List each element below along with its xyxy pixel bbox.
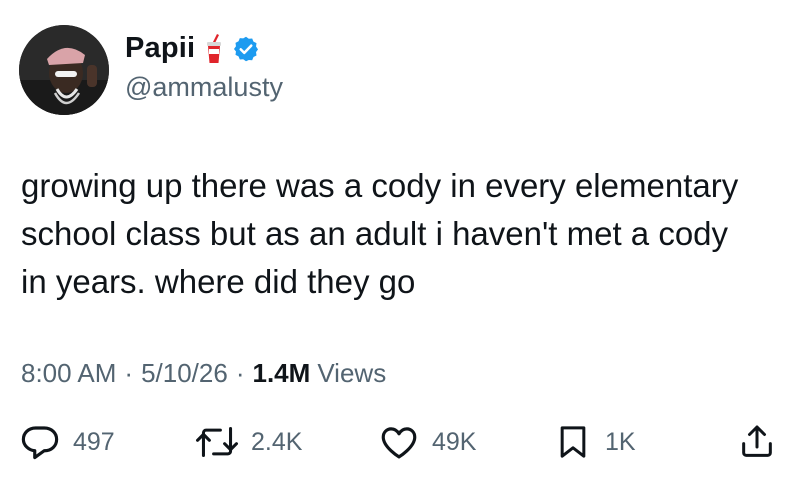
views-label: Views bbox=[317, 358, 387, 388]
bookmark-button[interactable]: 1K bbox=[553, 421, 636, 463]
views-count[interactable]: 1.4M bbox=[253, 358, 311, 389]
cup-with-straw-icon bbox=[204, 33, 224, 64]
tweet-date[interactable]: 5/10/26 bbox=[141, 358, 228, 389]
like-button[interactable]: 49K bbox=[378, 421, 476, 463]
tweet-card: Papii @ammalusty growing up there was a … bbox=[0, 0, 800, 490]
meta-separator: · bbox=[235, 358, 245, 388]
tweet-text: growing up there was a cody in every ele… bbox=[21, 167, 739, 300]
avatar-photo bbox=[19, 25, 109, 115]
display-name[interactable]: Papii bbox=[125, 32, 195, 65]
like-count: 49K bbox=[432, 427, 477, 456]
author-handle[interactable]: @ammalusty bbox=[125, 72, 283, 103]
author-name-row: Papii bbox=[125, 32, 260, 65]
reply-button[interactable]: 497 bbox=[19, 421, 115, 463]
reply-icon bbox=[19, 421, 61, 463]
meta-separator: · bbox=[124, 358, 134, 388]
avatar[interactable] bbox=[19, 25, 109, 115]
share-icon bbox=[737, 421, 777, 463]
reply-count: 497 bbox=[73, 427, 115, 456]
bookmark-count: 1K bbox=[605, 427, 636, 456]
retweet-button[interactable]: 2.4K bbox=[195, 421, 302, 463]
tweet-time[interactable]: 8:00 AM bbox=[21, 358, 116, 389]
heart-icon bbox=[378, 421, 420, 463]
retweet-count: 2.4K bbox=[251, 427, 303, 456]
tweet-meta: 8:00 AM · 5/10/26 · 1.4M Views bbox=[21, 358, 386, 389]
share-button[interactable] bbox=[737, 421, 777, 463]
bookmark-icon bbox=[553, 421, 593, 463]
retweet-icon bbox=[195, 421, 239, 463]
verified-badge-icon[interactable] bbox=[232, 35, 260, 63]
